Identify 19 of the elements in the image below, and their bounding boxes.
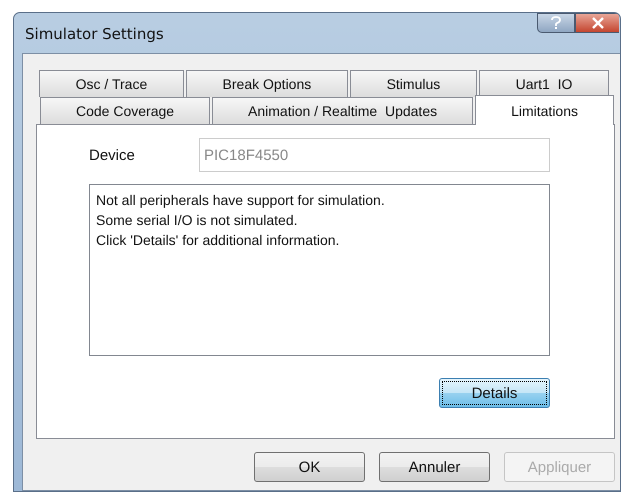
help-button[interactable] <box>537 13 575 33</box>
tab[interactable]: Animation / Realtime Updates <box>212 97 474 124</box>
tab[interactable]: Limitations <box>475 95 614 125</box>
window-title: Simulator Settings <box>25 25 164 43</box>
dialog-button[interactable]: OK <box>254 452 365 482</box>
message-line: Some serial I/O is not simulated. <box>96 211 299 230</box>
details-button[interactable]: Details <box>439 378 550 408</box>
tab[interactable]: Break Options <box>186 70 348 97</box>
tab[interactable]: Code Coverage <box>40 97 210 124</box>
message-line: Not all peripherals have support for simulation. <box>96 191 386 210</box>
device-label: Device <box>89 146 136 164</box>
close-icon <box>590 17 604 29</box>
dialog-button[interactable]: Annuler <box>379 452 490 482</box>
tab[interactable]: Stimulus <box>350 70 477 97</box>
message-line: Click 'Details' for additional information. <box>96 231 340 250</box>
tab[interactable]: Uart1 IO <box>478 70 610 97</box>
tab[interactable]: Osc / Trace <box>39 70 184 97</box>
close-button[interactable] <box>575 13 619 33</box>
question-mark-icon <box>550 16 562 30</box>
